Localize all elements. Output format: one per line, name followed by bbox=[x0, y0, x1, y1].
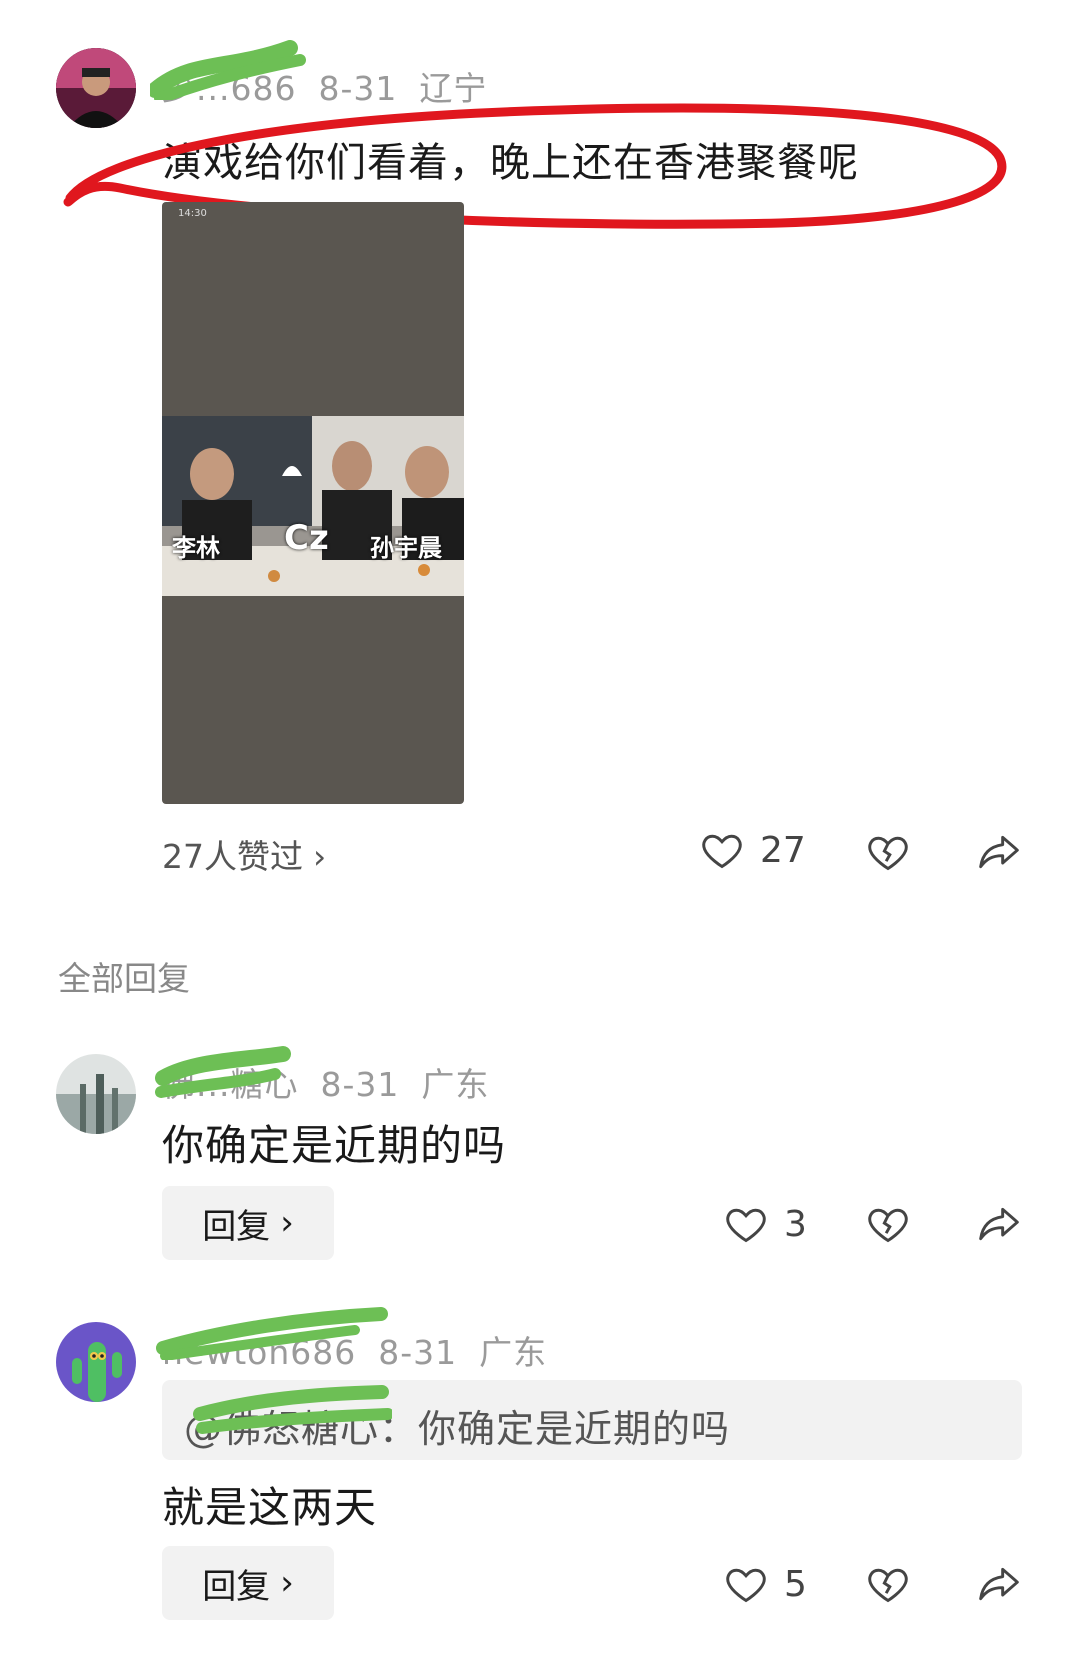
reply-button[interactable]: 回复 › bbox=[162, 1546, 334, 1620]
reply-button[interactable]: 回复 › bbox=[162, 1186, 334, 1260]
liked-by-text: 27人赞过 bbox=[162, 837, 303, 876]
like-button[interactable]: 3 bbox=[724, 1202, 807, 1246]
like-button[interactable]: 5 bbox=[724, 1562, 807, 1606]
quote-text: ：你确定是近期的吗 bbox=[379, 1407, 731, 1451]
chevron-right-icon: › bbox=[280, 1203, 294, 1243]
image-label-li: 李林 bbox=[172, 534, 220, 562]
heart-icon bbox=[726, 1568, 766, 1603]
like-count: 27 bbox=[760, 829, 806, 871]
reply-meta: 佛...糖心 8-31 广东 bbox=[162, 1058, 511, 1106]
reply-date: 8-31 bbox=[320, 1065, 400, 1104]
comment-image[interactable]: 14:30 李林 Cz 孙宇晨 bbox=[162, 202, 464, 804]
reply-text: 你确定是近期的吗 bbox=[162, 1121, 507, 1170]
liked-by-link[interactable]: 27人赞过 › bbox=[162, 830, 326, 878]
reply-location: 广东 bbox=[479, 1333, 548, 1372]
share-icon[interactable] bbox=[976, 1202, 1022, 1246]
reply-button-label: 回复 bbox=[202, 1206, 271, 1247]
chevron-right-icon: › bbox=[313, 837, 327, 876]
broken-heart-icon[interactable] bbox=[866, 830, 910, 874]
reply-button-label: 回复 bbox=[202, 1566, 271, 1607]
chevron-right-icon: › bbox=[280, 1563, 294, 1603]
heart-icon bbox=[702, 834, 742, 869]
image-label-sun: 孙宇晨 bbox=[370, 534, 442, 562]
broken-heart-icon[interactable] bbox=[866, 1562, 910, 1606]
username[interactable]: 佛...糖心 bbox=[162, 1065, 298, 1104]
reply-meta: newton686 8-31 广东 bbox=[162, 1326, 569, 1374]
image-status-time: 14:30 bbox=[178, 208, 207, 219]
photo-scene: 李林 Cz 孙宇晨 bbox=[162, 416, 464, 596]
like-count: 5 bbox=[784, 1563, 807, 1605]
quote-mention[interactable]: @佛怒糖心 bbox=[184, 1407, 379, 1451]
image-label-cz: Cz bbox=[284, 518, 329, 558]
heart-icon bbox=[726, 1208, 766, 1243]
avatar[interactable] bbox=[56, 1054, 136, 1134]
like-count: 3 bbox=[784, 1203, 807, 1245]
reply-date: 8-31 bbox=[378, 1333, 458, 1372]
reply-location: 广东 bbox=[421, 1065, 490, 1104]
quoted-reply[interactable]: @佛怒糖心：你确定是近期的吗 bbox=[162, 1380, 1022, 1460]
section-title: 全部回复 bbox=[58, 959, 190, 998]
reply-text: 就是这两天 bbox=[162, 1483, 378, 1532]
username[interactable]: newton686 bbox=[162, 1333, 356, 1372]
like-button[interactable]: 27 bbox=[700, 828, 806, 872]
avatar[interactable] bbox=[56, 1322, 136, 1402]
broken-heart-icon[interactable] bbox=[866, 1202, 910, 1246]
share-icon[interactable] bbox=[976, 830, 1022, 874]
share-icon[interactable] bbox=[976, 1562, 1022, 1606]
